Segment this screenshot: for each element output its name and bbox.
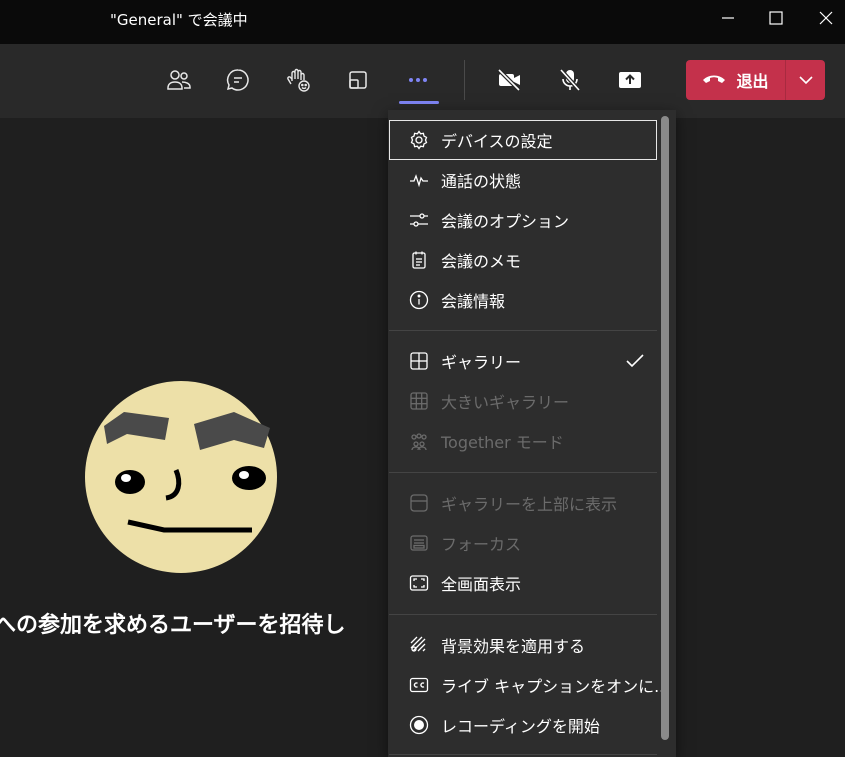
menu-item-live-captions[interactable]: ライブ キャプションをオンに... — [389, 665, 669, 705]
more-actions-button[interactable] — [400, 62, 436, 98]
menu-item-label: ライブ キャプションをオンに... — [441, 677, 670, 696]
menu-item-together-mode: Together モード — [389, 421, 657, 461]
menu-item-label: フォーカス — [441, 535, 522, 554]
menu-item-background-effects[interactable]: 背景効果を適用する — [389, 625, 657, 665]
participants-button[interactable] — [161, 62, 197, 98]
record-icon — [409, 715, 429, 735]
menu-divider — [389, 330, 657, 331]
close-icon — [819, 11, 833, 25]
meeting-toolbar: 退出 — [0, 44, 845, 118]
leave-button[interactable]: 退出 — [686, 60, 785, 100]
menu-item-label: ギャラリー — [441, 353, 522, 372]
background-effects-icon — [409, 635, 429, 655]
large-gallery-icon — [409, 391, 429, 411]
sliders-icon — [409, 210, 429, 230]
menu-item-label: 背景効果を適用する — [441, 637, 586, 656]
leave-label: 退出 — [736, 72, 769, 91]
mic-off-icon — [559, 68, 581, 92]
camera-toggle-button[interactable] — [491, 62, 527, 98]
more-actions-menu: デバイスの設定 通話の状態 会議のオプション 会議のメモ 会議情報 ギャラリー — [388, 110, 676, 757]
camera-off-icon — [497, 68, 521, 92]
captions-icon — [409, 675, 429, 695]
toolbar-divider — [464, 60, 465, 100]
notes-icon — [409, 250, 429, 270]
checkmark-icon — [626, 354, 644, 368]
chat-icon — [226, 69, 249, 91]
menu-item-gallery[interactable]: ギャラリー — [389, 341, 657, 381]
gallery-icon — [409, 351, 429, 371]
menu-item-device-settings[interactable]: デバイスの設定 — [389, 120, 657, 160]
title-bar: "General" で会議中 — [0, 0, 845, 44]
menu-item-meeting-notes[interactable]: 会議のメモ — [389, 240, 657, 280]
chat-button[interactable] — [220, 62, 256, 98]
close-button[interactable] — [806, 4, 845, 32]
fullscreen-icon — [409, 573, 429, 593]
mic-toggle-button[interactable] — [552, 62, 588, 98]
together-mode-icon — [409, 431, 429, 451]
pulse-icon — [409, 170, 429, 190]
menu-item-label: 大きいギャラリー — [441, 393, 570, 412]
menu-item-label: 会議のオプション — [441, 212, 570, 231]
rooms-button[interactable] — [340, 62, 376, 98]
menu-item-label: デバイスの設定 — [441, 132, 553, 151]
user-avatar — [85, 381, 277, 573]
menu-item-gallery-top: ギャラリーを上部に表示 — [389, 483, 657, 523]
menu-item-large-gallery: 大きいギャラリー — [389, 381, 657, 421]
more-icon — [409, 78, 427, 82]
menu-scrollbar[interactable] — [661, 116, 669, 740]
rooms-icon — [349, 71, 367, 89]
menu-item-start-recording[interactable]: レコーディングを開始 — [389, 705, 657, 745]
menu-divider — [389, 754, 657, 755]
raise-hand-button[interactable] — [281, 62, 317, 98]
menu-item-label: 全画面表示 — [441, 575, 522, 594]
menu-item-meeting-options[interactable]: 会議のオプション — [389, 200, 657, 240]
people-icon — [167, 70, 191, 90]
menu-item-label: 会議情報 — [441, 292, 506, 311]
menu-item-meeting-info[interactable]: 会議情報 — [389, 280, 657, 320]
share-button[interactable] — [612, 62, 648, 98]
menu-item-label: Together モード — [441, 433, 564, 452]
minimize-icon — [722, 17, 734, 19]
menu-item-label: レコーディングを開始 — [441, 717, 600, 736]
gallery-top-icon — [409, 493, 429, 513]
menu-item-label: ギャラリーを上部に表示 — [441, 495, 618, 514]
hang-up-icon — [703, 75, 726, 83]
menu-item-label: 通話の状態 — [441, 172, 522, 191]
gear-icon — [409, 130, 429, 150]
hand-emoji-icon — [287, 68, 310, 92]
share-tray-icon — [619, 72, 641, 88]
focus-icon — [409, 533, 429, 553]
active-underline — [399, 101, 439, 104]
leave-button-group: 退出 — [686, 60, 825, 100]
leave-options-button[interactable] — [786, 60, 825, 100]
window-title: "General" で会議中 — [110, 11, 248, 29]
menu-item-focus: フォーカス — [389, 523, 657, 563]
minimize-button[interactable] — [708, 4, 748, 32]
chevron-down-icon — [798, 76, 813, 85]
menu-item-call-health[interactable]: 通話の状態 — [389, 160, 657, 200]
menu-divider — [389, 472, 657, 473]
menu-item-fullscreen[interactable]: 全画面表示 — [389, 563, 657, 603]
invite-prompt: への参加を求めるユーザーを招待し — [0, 613, 346, 638]
menu-item-label: 会議のメモ — [441, 252, 522, 271]
menu-divider — [389, 614, 657, 615]
info-icon — [409, 290, 429, 310]
maximize-button[interactable] — [756, 4, 796, 32]
maximize-icon — [769, 11, 783, 25]
